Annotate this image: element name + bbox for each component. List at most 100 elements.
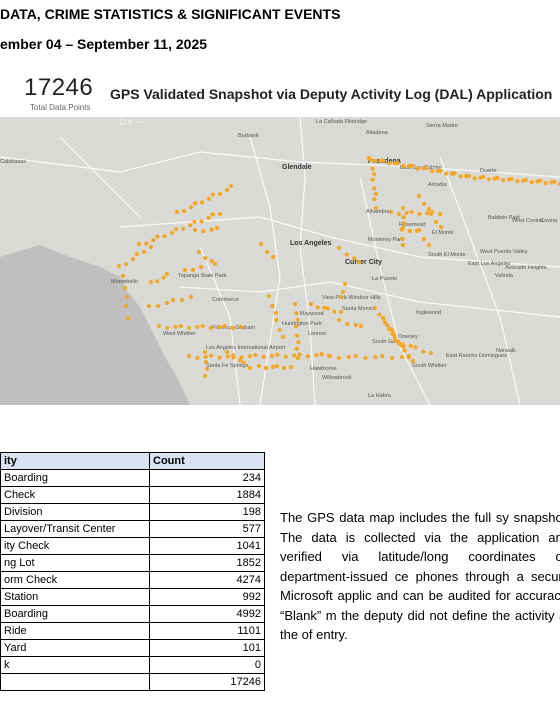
gps-point xyxy=(294,311,299,316)
gps-point xyxy=(155,234,160,239)
gps-point xyxy=(308,301,314,307)
gps-point xyxy=(136,241,142,247)
gps-point xyxy=(263,365,269,371)
activity-cell xyxy=(0,673,150,691)
map-place-label: Hawthorne xyxy=(310,366,337,372)
gps-point xyxy=(209,353,214,358)
gps-point xyxy=(305,354,310,359)
table-header-row: ity Count xyxy=(0,452,265,470)
map-place-label: Calabasas xyxy=(0,159,26,165)
gps-point xyxy=(372,305,378,311)
gps-point xyxy=(353,322,358,328)
count-cell: 577 xyxy=(149,520,265,538)
gps-point xyxy=(273,310,278,316)
map-toolbar[interactable]: □ ▿ ⋯ xyxy=(120,117,144,128)
gps-point xyxy=(188,223,193,228)
zoom-icon[interactable]: □ xyxy=(120,117,125,127)
map-place-label: West Whittier xyxy=(163,331,196,337)
gps-point xyxy=(433,219,439,225)
gps-point xyxy=(173,227,178,232)
count-cell: 198 xyxy=(149,503,265,521)
table-row: Check 1884 xyxy=(0,486,265,504)
count-cell: 0 xyxy=(149,656,265,674)
map-place-label: Commerce xyxy=(212,297,239,303)
gps-point xyxy=(295,317,300,322)
gps-activity-map[interactable]: La Cañada Flintridge Altadena Sierra Madre… xyxy=(0,117,560,405)
gps-point xyxy=(401,163,406,169)
gps-point xyxy=(332,309,337,314)
gps-point xyxy=(186,353,192,359)
activity-cell: Ride xyxy=(0,622,150,640)
filter-icon[interactable]: ▿ xyxy=(128,117,133,127)
map-place-label: Los Angeles International Airport xyxy=(206,345,286,351)
gps-point xyxy=(274,317,279,323)
gps-point xyxy=(173,324,178,330)
gps-point xyxy=(122,285,128,291)
gps-point xyxy=(386,161,392,166)
gps-point xyxy=(552,179,557,184)
gps-point xyxy=(288,364,294,370)
gps-point xyxy=(202,373,208,379)
gps-point xyxy=(228,183,234,189)
table-row: Station 992 xyxy=(0,588,265,606)
gps-point xyxy=(438,168,443,173)
gps-point xyxy=(224,187,230,192)
gps-point xyxy=(370,177,375,182)
map-place-label: Valinda xyxy=(495,273,514,279)
gps-point xyxy=(363,355,368,361)
gps-point xyxy=(336,317,342,323)
gps-point xyxy=(170,297,176,303)
gps-point xyxy=(380,353,385,359)
table-row: k0 xyxy=(0,656,265,674)
gps-point xyxy=(188,294,194,300)
gps-point xyxy=(400,242,406,248)
table-row: Layover/Transit Center 577 xyxy=(0,520,265,538)
report-date-range: ember 04 – September 11, 2025 xyxy=(0,36,208,52)
count-cell: 4992 xyxy=(149,605,265,623)
gps-point xyxy=(120,273,126,279)
gps-point xyxy=(270,254,276,260)
gps-point xyxy=(202,349,208,355)
gps-point xyxy=(421,236,427,242)
gps-point xyxy=(352,256,357,261)
gps-point xyxy=(280,334,286,340)
table-row: Boarding 4992 xyxy=(0,605,265,623)
gps-point xyxy=(501,178,506,183)
map-title: GPS Validated Snapshot via Deputy Activi… xyxy=(110,86,553,102)
table-row: Yard 101 xyxy=(0,639,265,657)
gps-point xyxy=(261,354,266,359)
gps-point xyxy=(336,355,341,361)
activity-cell: Station xyxy=(0,588,150,606)
gps-point xyxy=(174,209,180,215)
map-place-label: Monterey Park xyxy=(368,237,404,243)
gps-point xyxy=(277,327,282,333)
gps-point xyxy=(322,305,327,310)
gps-point xyxy=(319,352,324,357)
gps-point xyxy=(370,166,375,171)
activity-cell: Layover/Transit Center xyxy=(0,520,150,538)
gps-point xyxy=(438,224,444,230)
map-place-label: Inglewood xyxy=(416,310,441,316)
gps-point xyxy=(358,323,364,329)
gps-point xyxy=(164,271,170,277)
gps-point xyxy=(124,294,130,300)
gps-point xyxy=(283,354,288,359)
gps-point xyxy=(258,241,264,247)
gps-point xyxy=(201,229,206,234)
gps-point xyxy=(336,245,342,251)
activity-cell: Yard xyxy=(0,639,150,657)
map-canvas: La Cañada Flintridge Altadena Sierra Madre… xyxy=(0,117,560,405)
gps-point xyxy=(237,357,243,363)
gps-point xyxy=(292,301,298,307)
gps-point xyxy=(292,353,297,358)
gps-point xyxy=(344,252,349,257)
gps-point xyxy=(373,205,379,211)
gps-point xyxy=(208,325,213,331)
map-place-label: East San Gabriel xyxy=(400,165,442,171)
gps-point xyxy=(392,337,398,343)
gps-point xyxy=(200,323,205,329)
activity-cell: ity Check xyxy=(0,537,150,555)
gps-point xyxy=(217,355,222,360)
gps-point xyxy=(162,234,167,239)
more-options-icon[interactable]: ⋯ xyxy=(135,117,144,127)
